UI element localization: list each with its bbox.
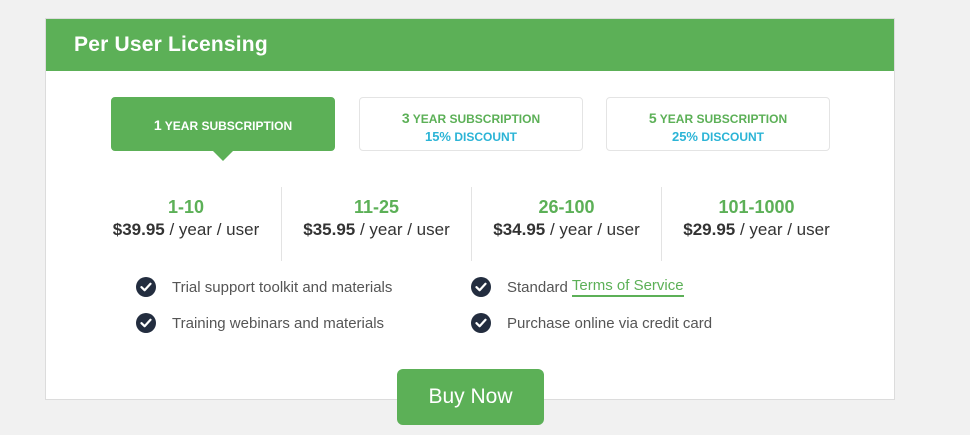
tier-price: $29.95 / year / user bbox=[683, 220, 830, 239]
feature-text: Training webinars and materials bbox=[172, 314, 385, 332]
check-circle-icon bbox=[471, 277, 491, 297]
tier-price: $39.95 / year / user bbox=[112, 220, 260, 239]
plan-discount: 25% DISCOUNT bbox=[671, 129, 765, 144]
tier-range: 11-25 bbox=[353, 197, 400, 217]
feature-text: Standard bbox=[507, 278, 568, 296]
tier-range: 26-100 bbox=[538, 197, 595, 217]
plan-label: 5 YEAR SUBSCRIPTION bbox=[648, 110, 788, 126]
tier-range: 1-10 bbox=[167, 197, 205, 217]
active-plan-pointer bbox=[212, 150, 234, 161]
feature-text: Purchase online via credit card bbox=[507, 314, 713, 332]
licensing-card: Per User Licensing 1 YEAR SUBSCRIPTION 3… bbox=[45, 18, 895, 400]
check-circle-icon bbox=[136, 313, 156, 333]
terms-of-service-link[interactable]: Terms of Service bbox=[571, 277, 684, 297]
buy-now-button[interactable]: Buy Now bbox=[397, 369, 544, 425]
feature-text: Trial support toolkit and materials bbox=[172, 278, 393, 296]
price-tier: 11-25 $35.95 / year / user bbox=[281, 187, 471, 261]
plan-tab-3-year[interactable]: 3 YEAR SUBSCRIPTION 15% DISCOUNT bbox=[359, 97, 583, 151]
plan-tab-5-year[interactable]: 5 YEAR SUBSCRIPTION 25% DISCOUNT bbox=[606, 97, 830, 151]
card-title: Per User Licensing bbox=[74, 33, 268, 56]
plan-label: 1 YEAR SUBSCRIPTION bbox=[153, 117, 293, 133]
price-tier: 26-100 $34.95 / year / user bbox=[471, 187, 661, 261]
check-circle-icon bbox=[471, 313, 491, 333]
check-circle-icon bbox=[136, 277, 156, 297]
tier-range: 101-1000 bbox=[718, 197, 795, 217]
feature-item: Purchase online via credit card bbox=[471, 312, 712, 334]
feature-item: Training webinars and materials bbox=[136, 312, 384, 334]
card-header: Per User Licensing bbox=[46, 19, 894, 71]
plan-discount: 15% DISCOUNT bbox=[424, 129, 518, 144]
tier-price: $35.95 / year / user bbox=[303, 220, 450, 239]
feature-item: Trial support toolkit and materials bbox=[136, 276, 392, 298]
plan-tab-1-year[interactable]: 1 YEAR SUBSCRIPTION bbox=[111, 97, 335, 161]
tier-price: $34.95 / year / user bbox=[493, 220, 640, 239]
feature-item: Standard Terms of Service bbox=[471, 276, 684, 298]
plan-label: 3 YEAR SUBSCRIPTION bbox=[401, 110, 541, 126]
price-tier: 1-10 $39.95 / year / user bbox=[91, 187, 281, 261]
price-tier: 101-1000 $29.95 / year / user bbox=[661, 187, 851, 261]
